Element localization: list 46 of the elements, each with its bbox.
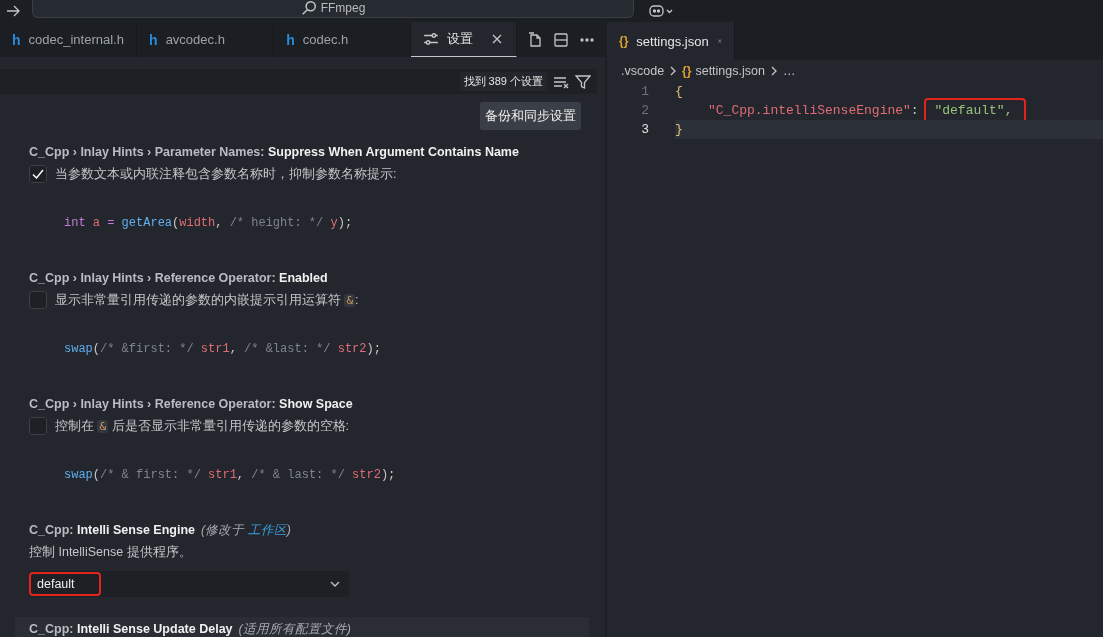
line-number: 1 <box>640 84 650 99</box>
checkbox[interactable] <box>29 291 47 309</box>
file-type-icon: h <box>149 31 158 48</box>
editor-tab[interactable]: h avcodec.h <box>137 22 275 58</box>
editor-tab[interactable]: 设置 <box>411 22 517 58</box>
search-icon <box>300 0 317 16</box>
open-file-icon[interactable] <box>527 31 543 48</box>
setting-title: C_Cpp › Inlay Hints › Reference Operator: Show Space <box>29 396 354 412</box>
settings-search-field[interactable]: 找到 389 个设置 <box>0 69 597 94</box>
editor-tab[interactable]: h codec_internal.h <box>0 22 138 58</box>
line-number: 2 <box>640 103 650 118</box>
highlight-frame: "default", <box>926 100 1025 121</box>
back-arrow-icon[interactable] <box>6 4 20 18</box>
code-example: swap(/* &first: */ str1, /* &last: */ str2); <box>64 342 382 356</box>
editor-tab[interactable]: {} settings.json <box>607 22 735 60</box>
breadcrumb-item[interactable]: … <box>782 64 796 78</box>
breadcrumb-item[interactable]: {} settings.json <box>682 64 765 78</box>
copilot-icon[interactable] <box>648 3 674 19</box>
code-example: int a = getArea(width, /* height: */ y); <box>64 216 354 230</box>
braces-icon: {} <box>619 34 629 48</box>
sliders-icon <box>423 31 440 48</box>
setting-description: 控制在 & 后是否显示非常量引用传递的参数的空格: <box>55 417 350 435</box>
code-line: { <box>675 83 684 101</box>
line-number: 3 <box>640 122 650 137</box>
workspace-link[interactable]: 工作区 <box>247 523 287 537</box>
highlight-frame: default <box>31 574 99 594</box>
setting-description: 显示非常量引用传递的参数的内嵌提示引用运算符 & : <box>55 291 359 309</box>
setting-title: C_Cpp › Inlay Hints › Reference Operator: Enabled <box>29 270 329 286</box>
setting-title: C_Cpp: Intelli Sense Update Delay (适用所有配置文件) <box>29 621 352 637</box>
checkbox[interactable] <box>29 165 47 183</box>
command-center-search[interactable]: FFmpeg <box>32 0 634 18</box>
file-type-icon: h <box>286 31 295 48</box>
backup-sync-button[interactable]: 备份和同步设置 <box>480 102 581 130</box>
setting-title: C_Cpp: Intelli Sense Engine (修改于 工作区) <box>29 522 292 538</box>
code-line: "C_Cpp.intelliSenseEngine": "default", <box>675 101 1103 120</box>
setting-title: C_Cpp › Inlay Hints › Parameter Names: Suppress When Argument Contains Name <box>29 144 520 160</box>
file-type-icon: h <box>12 31 21 48</box>
setting-description: 当参数文本或内联注释包含参数名称时，抑制参数名称提示: <box>55 165 397 183</box>
split-editor-icon[interactable] <box>553 31 569 48</box>
filter-icon[interactable] <box>575 73 591 90</box>
breadcrumb-item[interactable]: .vscode <box>621 64 665 78</box>
checkbox[interactable] <box>29 417 47 435</box>
code-example: swap(/* & first: */ str1, /* & last: */ str2); <box>64 468 397 482</box>
setting-description: 控制 IntelliSense 提供程序。 <box>29 544 193 561</box>
engine-dropdown[interactable]: default <box>29 571 349 597</box>
result-count: 找到 389 个设置 <box>459 72 547 92</box>
